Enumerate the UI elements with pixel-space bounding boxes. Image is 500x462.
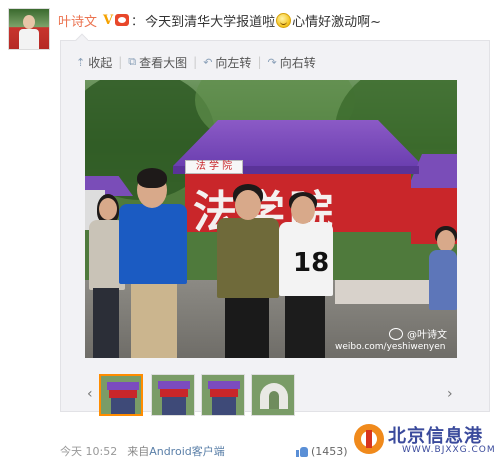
zoom-icon: ⧉	[128, 55, 137, 68]
t-ppl	[162, 397, 186, 415]
avatar[interactable]	[8, 8, 50, 50]
collapse-label: 收起	[88, 55, 113, 70]
post-time[interactable]: 今天 10:52	[60, 443, 117, 459]
source-prefix: 来自	[127, 445, 150, 458]
source-link[interactable]: Android客户端	[149, 443, 225, 459]
watermark-url: weibo.com/yeshiwenyen	[335, 342, 446, 352]
head	[291, 196, 315, 224]
t-banner	[160, 389, 188, 397]
next-arrow-icon[interactable]: ›	[447, 386, 453, 402]
brand-mark-icon	[354, 424, 384, 454]
rotate-left-button[interactable]: ↶ 向左转	[203, 54, 251, 71]
post-text-part1: 今天到清华大学报道啦	[145, 14, 276, 30]
rotate-right-button[interactable]: ↷ 向右转	[267, 54, 315, 71]
tent-sign: 法 学 院	[185, 160, 243, 174]
rotate-left-icon: ↶	[203, 55, 213, 69]
colon: ：	[131, 13, 144, 28]
legs	[93, 288, 119, 358]
shirt-number: 18	[293, 248, 330, 278]
t-roof	[107, 382, 139, 390]
card-pointer	[74, 33, 88, 41]
watermark-name: @叶诗文	[407, 330, 447, 341]
head	[99, 198, 117, 220]
toolbar-divider: |	[193, 55, 198, 69]
view-large-button[interactable]: ⧉ 查看大图	[128, 54, 187, 71]
image-toolbar: ⇡ 收起 | ⧉ 查看大图 | ↶ 向左转 | ↷ 向右转	[76, 53, 316, 71]
verified-badge-icon[interactable]: V	[103, 13, 113, 28]
head	[437, 230, 455, 252]
rotate-left-label: 向左转	[215, 55, 252, 70]
legs	[285, 294, 325, 358]
post-meta: 今天 10:52 来自 Android客户端	[60, 444, 225, 458]
legs	[131, 284, 177, 358]
username-link[interactable]: 叶诗文	[58, 11, 97, 30]
collapse-button[interactable]: ⇡ 收起	[76, 54, 112, 71]
thumbnail-3[interactable]	[201, 374, 245, 416]
brand-logo: 北京信息港 WWW.BJXXG.COM	[352, 418, 498, 460]
toolbar-divider: |	[118, 55, 123, 69]
like-button[interactable]: (1453)	[296, 444, 348, 458]
avatar-face	[23, 15, 35, 29]
head	[235, 190, 261, 220]
hair	[137, 168, 167, 188]
gate	[260, 383, 288, 409]
rotate-right-label: 向右转	[279, 55, 316, 70]
post-header: 叶诗文 V ： 今天到清华大学报道啦 心情好激动啊~	[58, 10, 381, 30]
t-ppl	[111, 398, 135, 414]
t-banner	[210, 389, 238, 397]
thumbs-up-icon	[296, 445, 308, 457]
brand-url: WWW.BJXXG.COM	[402, 445, 496, 455]
view-large-label: 查看大图	[139, 55, 188, 70]
t-banner	[109, 390, 137, 398]
member-crown-icon[interactable]	[115, 14, 130, 26]
thumbnail-strip: ‹ ›	[85, 372, 457, 418]
thumbnail-1[interactable]	[99, 374, 143, 416]
legs	[225, 296, 269, 358]
smiley-emoji-icon	[276, 12, 292, 28]
torso	[119, 204, 187, 284]
thumbnail-2[interactable]	[151, 374, 195, 416]
avatar-body	[19, 29, 39, 49]
toolbar-divider: |	[257, 55, 262, 69]
main-photo[interactable]: 法学院 法 学 院 18 @叶诗文 weibo.com/yeshiwenyen	[85, 80, 457, 358]
t-ppl	[212, 397, 236, 415]
post-text-part2: 心情好激动啊~	[292, 14, 382, 30]
like-count: (1453)	[311, 444, 348, 458]
t-roof	[158, 381, 190, 389]
rotate-right-icon: ↷	[267, 55, 277, 69]
arrow-up-icon: ⇡	[76, 55, 86, 69]
thumbnail-4[interactable]	[251, 374, 295, 416]
torso	[217, 218, 279, 298]
torso	[429, 250, 457, 310]
t-roof	[208, 381, 240, 389]
weibo-watermark-icon	[389, 328, 403, 340]
prev-arrow-icon[interactable]: ‹	[87, 386, 93, 402]
